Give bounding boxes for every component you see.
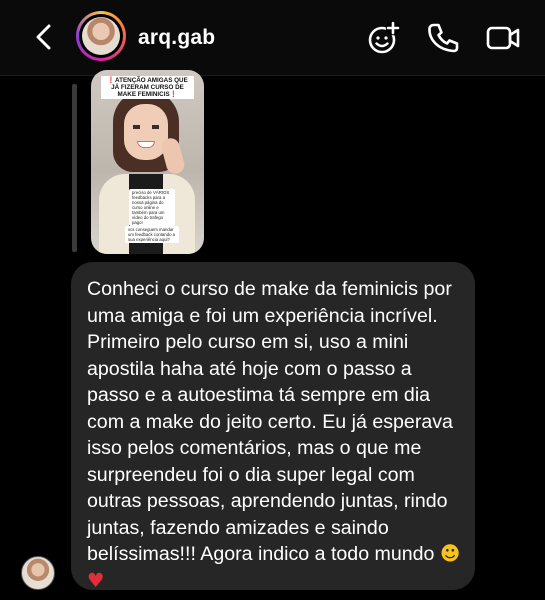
video-call-icon[interactable] (484, 19, 522, 57)
message-text: Conheci o curso de make da feminicis por… (87, 276, 465, 594)
story-reply-bar (72, 84, 77, 252)
story-note-text: preciso de VÁRIOS feedbacks para a nossa… (129, 189, 175, 226)
message-body: Conheci o curso de make da feminicis por… (87, 278, 453, 565)
avatar[interactable] (76, 11, 126, 61)
back-arrow-icon[interactable] (30, 22, 60, 52)
sender-avatar[interactable] (21, 556, 55, 590)
phone-icon[interactable] (424, 19, 462, 57)
emoji-plus-icon[interactable] (365, 19, 403, 57)
heart-eyes-emoji-icon: ☻ (439, 542, 461, 565)
story-note-text: vcs conseguem mandar um feedback contand… (125, 226, 179, 243)
story-thumbnail[interactable]: ❗ATENÇÃO AMIGAS QUE JÁ FIZERAM CURSO DE … (91, 70, 204, 254)
red-heart-emoji-icon: ♥ (87, 568, 105, 592)
username[interactable]: arq.gab (138, 26, 215, 50)
story-banner-text: ❗ATENÇÃO AMIGAS QUE JÁ FIZERAM CURSO DE … (101, 76, 194, 99)
chat-header: arq.gab (0, 0, 545, 76)
